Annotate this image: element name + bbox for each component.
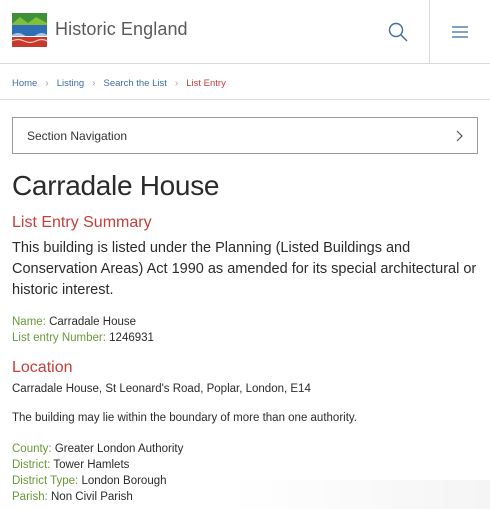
field-value: London Borough [81, 475, 167, 487]
hamburger-icon [452, 26, 468, 38]
breadcrumb: Home › Listing › Search the List › List … [12, 76, 226, 90]
summary-text: This building is listed under the Planni… [12, 240, 477, 298]
menu-button[interactable] [429, 0, 490, 64]
breadcrumb-listing[interactable]: Listing [57, 78, 84, 89]
district-field: District: Tower Hamlets [12, 457, 129, 473]
field-value: 1246931 [109, 332, 154, 344]
brand-name[interactable]: Historic England [55, 19, 188, 40]
search-icon [388, 22, 408, 42]
chevron-right-icon [456, 130, 463, 142]
chevron-right-icon: › [174, 77, 179, 89]
section-navigation-label: Section Navigation [27, 128, 128, 143]
field-label: District: [12, 459, 51, 471]
historic-england-logo[interactable] [12, 13, 47, 47]
authority-note: The building may lie within the boundary… [12, 412, 357, 424]
breadcrumb-search-the-list[interactable]: Search the List [104, 78, 167, 89]
district-type-field: District Type: London Borough [12, 473, 167, 489]
chevron-right-icon: › [45, 77, 49, 89]
section-navigation-dropdown[interactable]: Section Navigation [12, 117, 478, 154]
field-value: Non Civil Parish [51, 491, 133, 503]
field-label: Name: [12, 316, 46, 328]
page-title: Carradale House [12, 170, 220, 201]
county-field: County: Greater London Authority [12, 441, 183, 457]
site-header: Historic England [0, 0, 490, 64]
list-entry-number-field: List entry Number: 1246931 [12, 330, 154, 346]
field-label: County: [12, 443, 52, 455]
field-label: List entry Number: [12, 332, 106, 344]
field-label: Parish: [12, 491, 48, 503]
search-button[interactable] [368, 0, 428, 64]
breadcrumb-home[interactable]: Home [12, 78, 37, 89]
parish-field: Parish: Non Civil Parish [12, 489, 133, 505]
field-value: Greater London Authority [54, 443, 184, 455]
divider [0, 99, 490, 100]
name-field: Name: Carradale House [12, 314, 136, 330]
field-value: Carradale House [49, 316, 137, 328]
breadcrumb-list-entry: List Entry [186, 77, 226, 89]
chevron-right-icon: › [92, 77, 96, 89]
field-label: District Type: [12, 475, 79, 487]
location-heading: Location [12, 359, 73, 376]
bottom-fade-overlay [230, 480, 490, 509]
location-address: Carradale House, St Leonard's Road, Popl… [12, 383, 311, 395]
field-value: Tower Hamlets [53, 459, 130, 471]
list-entry-summary-heading: List Entry Summary [12, 214, 152, 231]
